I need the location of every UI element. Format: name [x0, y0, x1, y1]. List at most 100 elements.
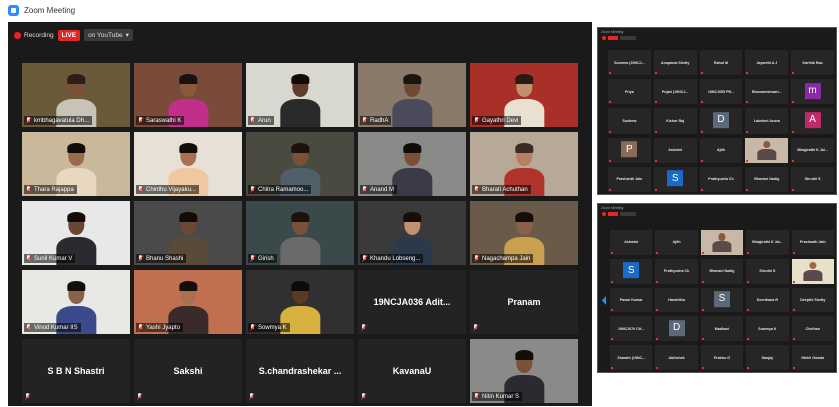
thumbnail-participant-tile[interactable]: Bhagirathi K Jai...: [746, 230, 789, 255]
thumbnail-participant-tile[interactable]: Sanjay: [746, 345, 789, 370]
participant-tile[interactable]: Arun: [246, 63, 354, 127]
thumbnail-participant-tile[interactable]: Sowmya K: [746, 316, 789, 342]
thumbnail-participant-tile[interactable]: Prabhu G: [700, 345, 744, 370]
thumbnail-participant-tile[interactable]: Keerthana R: [746, 287, 789, 313]
participant-tile[interactable]: KavanaU: [358, 339, 466, 403]
thumbnail-participant-name: Pujari (19NCJ...: [662, 89, 689, 94]
participant-tile[interactable]: Pranam: [470, 270, 578, 334]
mic-muted-icon: [611, 366, 613, 369]
thumbnail-participant-tile[interactable]: m: [791, 79, 834, 105]
thumbnail-participant-tile[interactable]: [791, 258, 834, 284]
thumbnail-participant-tile[interactable]: A: [791, 108, 834, 134]
participant-hair: [514, 143, 534, 153]
thumbnail-participant-tile[interactable]: Pavan Kumar: [610, 287, 653, 313]
thumbnail-participant-tile[interactable]: Deepthi Shetty: [791, 287, 834, 313]
participant-hair: [66, 281, 86, 291]
thumbnail-participant-tile[interactable]: Sharath (19NC...: [610, 345, 653, 370]
thumbnail-participant-tile[interactable]: Ashwini: [610, 230, 653, 255]
thumbnail-participant-tile[interactable]: Shruthi S: [746, 258, 789, 284]
participant-name: S B N Shastri: [47, 366, 105, 376]
thumbnail-participant-tile[interactable]: S: [653, 166, 697, 192]
participant-name: S.chandrashekar ...: [258, 366, 342, 376]
participant-tile[interactable]: S.chandrashekar ...: [246, 339, 354, 403]
participant-name: Yashi Jyapto: [146, 324, 180, 331]
participant-tile[interactable]: Gayathri Devi: [470, 63, 578, 127]
thumbnail-participant-tile[interactable]: P: [608, 137, 651, 163]
participant-tile[interactable]: Sunil Kumar V: [22, 201, 130, 265]
thumbnail-participant-tile[interactable]: Suvarna (20NCJ...: [608, 50, 651, 76]
participant-tile[interactable]: Chinthu Vijayaku...: [134, 132, 242, 196]
thumbnail-participant-tile[interactable]: D: [699, 108, 743, 134]
thumbnail-participant-tile[interactable]: Ajith: [699, 137, 743, 163]
participant-tile[interactable]: Girish: [246, 201, 354, 265]
participant-tile[interactable]: Chitra Ramamoo...: [246, 132, 354, 196]
thumbnail-participant-tile[interactable]: Harshitha: [655, 287, 698, 313]
thumbnail-participant-tile[interactable]: Nikhil Gowda: [791, 345, 834, 370]
thumbnail-participant-tile[interactable]: Bhagirathi K Jai...: [791, 137, 834, 163]
participant-tile[interactable]: Saraswathi K: [134, 63, 242, 127]
thumbnail-participant-tile[interactable]: Abhishek: [655, 345, 698, 370]
participant-tile[interactable]: S B N Shastri: [22, 339, 130, 403]
participant-name: Anand M: [370, 186, 395, 193]
participant-name-label: Nagachampa Jain: [472, 254, 534, 263]
mic-muted-icon: [362, 117, 368, 124]
thumbnail-participant-tile[interactable]: Prathyusha Ch: [699, 166, 743, 192]
thumbnail-participant-tile[interactable]: Priya: [608, 79, 651, 105]
thumbnail-participant-tile[interactable]: Pujari (19NCJ...: [653, 79, 697, 105]
thumbnail-participant-tile[interactable]: 19NCJ055 PR...: [699, 79, 743, 105]
participant-tile[interactable]: RadhA: [358, 63, 466, 127]
participant-tile[interactable]: Yashi Jyapto: [134, 270, 242, 334]
participant-tile[interactable]: Khandu Lobseng...: [358, 201, 466, 265]
thumbnail-participant-name: Priya: [625, 89, 634, 94]
thumbnail-participant-tile[interactable]: [700, 230, 744, 255]
thumbnail-participant-tile[interactable]: S: [610, 258, 653, 284]
stream-dropdown[interactable]: on YouTube ▾: [84, 29, 133, 41]
participant-tile[interactable]: 19NCJA036 Adit...: [358, 270, 466, 334]
participant-tile[interactable]: kmbhagavatula Dh...: [22, 63, 130, 127]
thumbnail-participant-tile[interactable]: Prashanth Jain: [791, 230, 834, 255]
thumbnail-participant-tile[interactable]: Anupama Shetty: [653, 50, 697, 76]
participant-tile[interactable]: Anand M: [358, 132, 466, 196]
participant-tile[interactable]: Sakshi: [134, 339, 242, 403]
thumbnail-participant-tile[interactable]: Ashwini: [653, 137, 697, 163]
thumbnail-participant-tile[interactable]: Jayanthi A J: [745, 50, 789, 76]
thumbnail-participant-tile[interactable]: Bhuvaneshwari...: [745, 79, 789, 105]
thumbnail-participant-tile[interactable]: Prathyusha Ch: [655, 258, 698, 284]
thumbnail-participant-tile[interactable]: Bhavani Nadig: [745, 166, 789, 192]
mic-muted-icon: [792, 159, 795, 162]
thumbnail-participant-tile[interactable]: Lakshmi Aruna: [745, 108, 789, 134]
participant-tile[interactable]: Thara Rajappa: [22, 132, 130, 196]
participant-name-label: Bharati Achuthan: [472, 185, 531, 194]
thumbnail-participant-tile[interactable]: Sushma: [608, 108, 651, 134]
gallery-grid: kmbhagavatula Dh... Saraswathi K Arun RadhA…: [22, 63, 578, 407]
mic-muted-icon: [747, 338, 750, 341]
thumbnail-participant-tile[interactable]: Karthik Rao: [791, 50, 834, 76]
thumbnail-participant-name: Prabhu G: [713, 355, 731, 360]
thumbnail-participant-tile[interactable]: Madhavi: [700, 316, 744, 342]
thumbnail-participant-tile[interactable]: Kishor Raj: [653, 108, 697, 134]
thumbnail-participant-tile[interactable]: Ajith: [655, 230, 698, 255]
mic-muted-icon: [250, 255, 256, 262]
participant-tile[interactable]: Sowmya K: [246, 270, 354, 334]
thumbnail-participant-tile[interactable]: S: [700, 287, 744, 313]
participant-name: Thara Rajappa: [34, 186, 74, 193]
thumbnail-participant-tile[interactable]: [745, 137, 789, 163]
previous-page-icon[interactable]: [602, 296, 606, 305]
thumbnail-participant-tile[interactable]: 19NCJ076 CH...: [610, 316, 653, 342]
participant-tile[interactable]: Vinod Kumar IIS: [22, 270, 130, 334]
thumbnail-participant-tile[interactable]: Chethan: [791, 316, 834, 342]
participant-tile[interactable]: Bhanu Shashi: [134, 201, 242, 265]
live-badge[interactable]: LIVE: [57, 29, 81, 41]
participant-tile[interactable]: Nitin Kumar S: [470, 339, 578, 403]
thumbnail-participant-tile[interactable]: Shruthi S: [791, 166, 834, 192]
participant-tile[interactable]: Nagachampa Jain: [470, 201, 578, 265]
participant-name-label: Vinod Kumar IIS: [24, 323, 81, 332]
mic-muted-icon: [474, 393, 480, 400]
recording-indicator[interactable]: Recording: [14, 31, 54, 39]
thumbnail-participant-tile[interactable]: Prashanth Jain: [608, 166, 651, 192]
participant-name-label: Anand M: [360, 185, 398, 194]
participant-tile[interactable]: Bharati Achuthan: [470, 132, 578, 196]
thumbnail-participant-tile[interactable]: Rahul M: [699, 50, 743, 76]
thumbnail-participant-tile[interactable]: Bhavani Nadig: [700, 258, 744, 284]
thumbnail-participant-tile[interactable]: D: [655, 316, 698, 342]
